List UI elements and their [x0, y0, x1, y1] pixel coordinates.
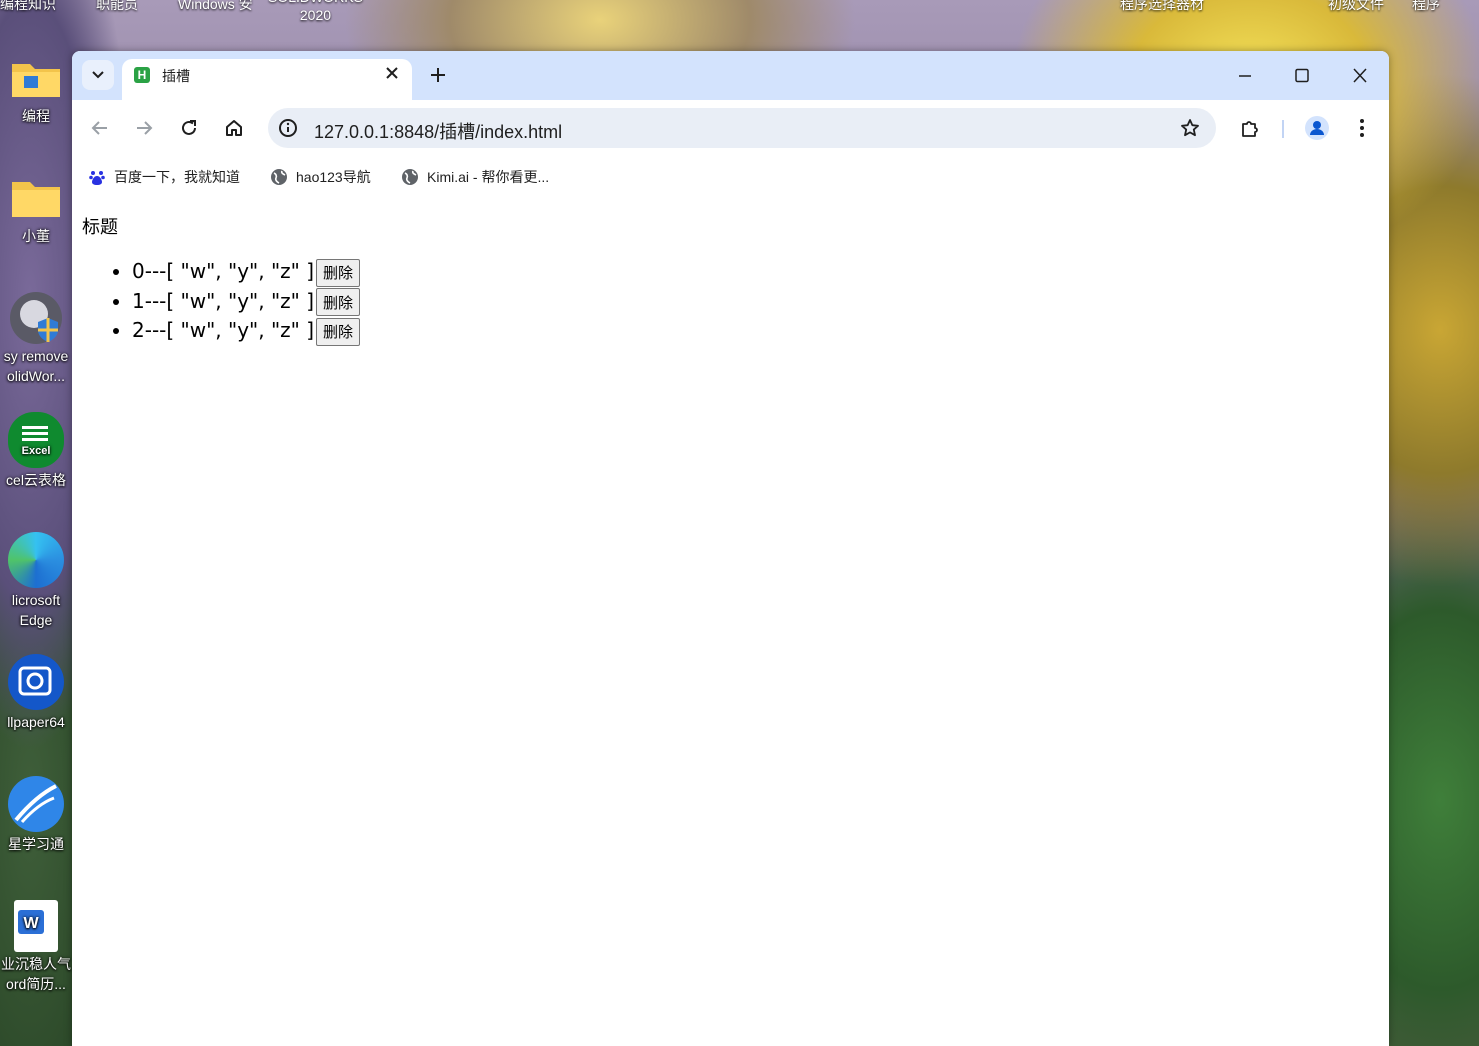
menu-button[interactable] [1346, 112, 1378, 144]
desktop-top-label[interactable]: SOLIDWORKS 2020 [268, 0, 363, 24]
bookmark-item[interactable]: 百度一下，我就知道 [88, 167, 240, 187]
desktop-top-label[interactable]: 编程知识 [0, 0, 56, 14]
reload-icon [182, 120, 196, 135]
desktop-icon-xiaodong[interactable]: 小董 [0, 172, 72, 246]
desktop-top-label[interactable]: 程序选择器材 [1120, 0, 1204, 14]
url-text: 127.0.0.1:8848/插槽/index.html [314, 122, 563, 142]
browser-window: H 插槽 127.0.0.1:8848/插槽/index.html 百度一下，我… [72, 51, 1389, 1046]
desktop-icon-biancheng[interactable]: 编程 [0, 52, 72, 126]
chevron-down-icon [92, 71, 104, 79]
puzzle-icon [1242, 121, 1258, 137]
desktop-icon-label: 小董 [22, 228, 50, 244]
bookmarks-bar: 百度一下，我就知道 hao123导航 Kimi.ai - 帮你看更... [72, 158, 1389, 196]
wallpaper-icon [8, 654, 64, 710]
bookmark-label: Kimi.ai - 帮你看更... [427, 169, 550, 185]
back-button[interactable] [84, 112, 116, 144]
desktop-icon-label: sy remove olidWor... [3, 348, 69, 384]
word-doc-icon: W [14, 900, 58, 952]
svg-text:Excel: Excel [22, 445, 51, 457]
globe-icon [270, 168, 288, 186]
page-title: 标题 [82, 217, 118, 238]
arrow-right-icon [137, 121, 153, 135]
folder-icon [10, 52, 62, 104]
toolbar: 127.0.0.1:8848/插槽/index.html [72, 100, 1389, 158]
desktop-icon-label: licrosoft Edge [11, 592, 61, 628]
site-info-button[interactable] [276, 116, 300, 140]
delete-button[interactable]: 删除 [316, 288, 361, 316]
desktop-icon-word-doc[interactable]: W 业沉稳人气 ord简历... [0, 900, 72, 994]
list-item: 0---[ "w", "y", "z" ]删除 [132, 258, 361, 288]
excel-icon: Excel [8, 412, 64, 468]
arrow-left-icon [91, 121, 107, 135]
bookmark-label: hao123导航 [296, 169, 371, 185]
desktop-top-label[interactable]: 程序 [1412, 0, 1440, 14]
bookmark-item[interactable]: Kimi.ai - 帮你看更... [401, 167, 549, 187]
reload-button[interactable] [173, 112, 205, 144]
minimize-icon [1239, 75, 1251, 77]
tab-favicon: H [134, 67, 150, 83]
delete-button[interactable]: 删除 [316, 258, 361, 287]
desktop-icon-label: llpaper64 [7, 714, 65, 730]
list-item: 2---[ "w", "y", "z" ]删除 [132, 317, 361, 347]
tab-title: 插槽 [162, 68, 190, 84]
close-icon [386, 67, 398, 79]
new-tab-button[interactable] [424, 61, 452, 89]
desktop-icon-edge[interactable]: licrosoft Edge [0, 532, 72, 630]
desktop-icon-wallpaper[interactable]: llpaper64 [0, 654, 72, 732]
desktop-icon-xuexitong[interactable]: 星学习通 [0, 776, 72, 854]
desktop-icon-label: 编程 [22, 108, 50, 124]
desktop-top-label[interactable]: 职能员 [96, 0, 138, 14]
list-item: 1---[ "w", "y", "z" ]删除 [132, 288, 361, 318]
home-icon [226, 120, 242, 136]
close-icon [1353, 68, 1367, 83]
desktop-top-label[interactable]: 初级文件 [1328, 0, 1384, 14]
profile-button[interactable] [1301, 112, 1333, 144]
toolbar-divider [1282, 120, 1284, 138]
minimize-button[interactable] [1225, 61, 1265, 91]
globe-icon [401, 168, 419, 186]
forward-button[interactable] [128, 112, 160, 144]
maximize-icon [1295, 68, 1309, 83]
close-window-button[interactable] [1340, 61, 1380, 91]
bookmark-star-button[interactable] [1178, 116, 1202, 140]
home-button[interactable] [218, 112, 250, 144]
bookmark-label: 百度一下，我就知道 [114, 169, 240, 185]
page-content: 标题 0---[ "w", "y", "z" ]删除 1---[ "w", "y… [72, 196, 1389, 1046]
desktop-icon-remover[interactable]: sy remove olidWor... [0, 292, 72, 386]
avatar-icon [1305, 116, 1329, 140]
svg-text:W: W [23, 915, 39, 932]
app-shield-icon [10, 292, 62, 344]
desktop-top-label[interactable]: Windows 安 [178, 0, 253, 14]
baidu-icon [88, 168, 106, 186]
desktop-icon-label: cel云表格 [6, 472, 66, 488]
xuexitong-icon [8, 776, 64, 832]
desktop-icon-excel[interactable]: Excel cel云表格 [0, 412, 72, 490]
address-bar[interactable]: 127.0.0.1:8848/插槽/index.html [268, 108, 1216, 148]
list-item-text: 1---[ "w", "y", "z" ] [132, 288, 315, 313]
folder-icon [10, 172, 62, 224]
desktop-icon-label: 星学习通 [8, 836, 64, 852]
tab-search-button[interactable] [82, 60, 114, 90]
extensions-button[interactable] [1234, 112, 1266, 144]
plus-icon [431, 68, 445, 82]
list-item-text: 0---[ "w", "y", "z" ] [132, 259, 315, 283]
desktop-icon-label: 业沉稳人气 ord简历... [1, 956, 71, 992]
delete-button[interactable]: 删除 [316, 317, 361, 346]
star-icon [1181, 119, 1199, 137]
tab-strip: H 插槽 [72, 51, 1389, 100]
maximize-button[interactable] [1282, 61, 1322, 91]
edge-icon [8, 532, 64, 588]
tab-close-button[interactable] [382, 65, 402, 85]
more-vert-icon [1360, 119, 1364, 137]
item-list: 0---[ "w", "y", "z" ]删除 1---[ "w", "y", … [72, 258, 361, 347]
info-icon [279, 119, 297, 137]
list-item-text: 2---[ "w", "y", "z" ] [132, 318, 315, 342]
tab-active[interactable]: H 插槽 [122, 59, 412, 100]
bookmark-item[interactable]: hao123导航 [270, 167, 371, 187]
